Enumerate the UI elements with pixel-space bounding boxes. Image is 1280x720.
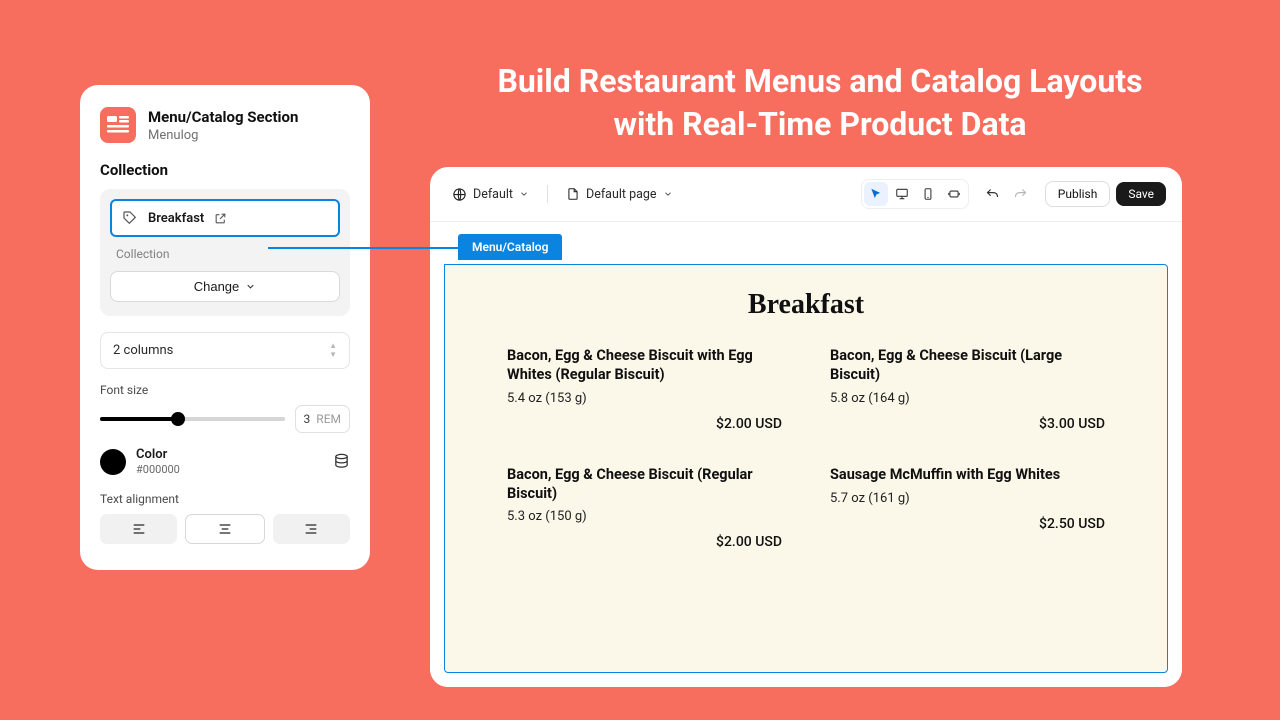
- font-size-slider[interactable]: [100, 417, 285, 421]
- menu-item-subtext: 5.8 oz (164 g): [830, 391, 1105, 406]
- menu-item-price: $3.00 USD: [830, 416, 1105, 432]
- database-icon[interactable]: [333, 453, 350, 470]
- text-alignment-tabs: [100, 514, 350, 544]
- collection-sublabel: Collection: [116, 247, 340, 261]
- menu-item: Bacon, Egg & Cheese Biscuit with Egg Whi…: [507, 347, 782, 432]
- inspect-toggle-button[interactable]: [864, 182, 888, 206]
- collection-selected-chip[interactable]: Breakfast: [110, 199, 340, 237]
- editor-toolbar: Default Default page: [430, 167, 1182, 222]
- undo-button[interactable]: [981, 182, 1005, 206]
- color-swatch: [100, 449, 126, 475]
- device-preview-group: [861, 179, 969, 209]
- device-mobile-button[interactable]: [916, 182, 940, 206]
- menu-item-price: $2.00 USD: [507, 534, 782, 550]
- chevron-down-icon: [663, 189, 673, 199]
- section-label-collection: Collection: [100, 161, 350, 179]
- expand-icon: [947, 187, 961, 201]
- align-right-button[interactable]: [273, 514, 350, 544]
- chevron-down-icon: [245, 281, 256, 292]
- collection-block: Breakfast Collection Change: [100, 189, 350, 316]
- font-size-unit: REM: [316, 412, 341, 426]
- color-hex: #000000: [136, 463, 180, 476]
- menu-item: Sausage McMuffin with Egg Whites 5.7 oz …: [830, 466, 1105, 551]
- hero-headline-line2: with Real-Time Product Data: [420, 103, 1220, 146]
- desktop-icon: [895, 187, 909, 201]
- menu-item-name: Bacon, Egg & Cheese Biscuit (Large Biscu…: [830, 347, 1105, 385]
- cursor-icon: [869, 187, 883, 201]
- save-button[interactable]: Save: [1116, 182, 1166, 206]
- menu-item-subtext: 5.3 oz (150 g): [507, 509, 782, 524]
- preset-selector[interactable]: Default: [446, 183, 535, 206]
- connector-line: [268, 247, 462, 249]
- undo-icon: [985, 187, 1000, 202]
- menu-item-name: Sausage McMuffin with Egg Whites: [830, 466, 1105, 485]
- collection-selected-label: Breakfast: [148, 211, 204, 226]
- align-right-icon: [303, 521, 319, 537]
- change-button-label: Change: [194, 279, 240, 294]
- columns-select-label: 2 columns: [113, 343, 173, 358]
- stepper-arrows-icon: ▲▼: [329, 342, 337, 359]
- panel-title: Menu/Catalog Section: [148, 108, 298, 126]
- external-link-icon: [214, 212, 227, 225]
- slider-thumb[interactable]: [171, 412, 185, 426]
- menu-item-subtext: 5.7 oz (161 g): [830, 491, 1105, 506]
- hero-headline-line1: Build Restaurant Menus and Catalog Layou…: [420, 60, 1220, 103]
- tag-icon: [122, 210, 138, 226]
- menu-item-price: $2.50 USD: [830, 516, 1105, 532]
- align-left-button[interactable]: [100, 514, 177, 544]
- font-size-value: 3: [304, 412, 311, 426]
- columns-select[interactable]: 2 columns ▲▼: [100, 332, 350, 369]
- menu-item-name: Bacon, Egg & Cheese Biscuit with Egg Whi…: [507, 347, 782, 385]
- color-picker[interactable]: Color #000000: [100, 447, 180, 476]
- device-fullwidth-button[interactable]: [942, 182, 966, 206]
- color-label: Color: [136, 447, 180, 462]
- redo-icon: [1013, 187, 1028, 202]
- editor-frame: Default Default page: [430, 167, 1182, 687]
- publish-button[interactable]: Publish: [1045, 181, 1111, 207]
- chevron-down-icon: [519, 189, 529, 199]
- menu-item: Bacon, Egg & Cheese Biscuit (Large Biscu…: [830, 347, 1105, 432]
- hero-headline: Build Restaurant Menus and Catalog Layou…: [420, 60, 1220, 146]
- change-collection-button[interactable]: Change: [110, 271, 340, 302]
- editor-canvas-area: Menu/Catalog Breakfast Bacon, Egg & Chee…: [430, 222, 1182, 687]
- device-desktop-button[interactable]: [890, 182, 914, 206]
- menu-item-price: $2.00 USD: [507, 416, 782, 432]
- menu-grid: Bacon, Egg & Cheese Biscuit with Egg Whi…: [479, 347, 1133, 550]
- redo-button[interactable]: [1009, 182, 1033, 206]
- font-size-label: Font size: [100, 383, 350, 397]
- panel-header: Menu/Catalog Section Menulog: [100, 107, 350, 143]
- app-logo-icon: [100, 107, 136, 143]
- mobile-icon: [921, 187, 935, 201]
- menu-item-subtext: 5.4 oz (153 g): [507, 391, 782, 406]
- settings-panel: Menu/Catalog Section Menulog Collection …: [80, 85, 370, 570]
- align-left-icon: [131, 521, 147, 537]
- align-center-button[interactable]: [185, 514, 264, 544]
- menu-item: Bacon, Egg & Cheese Biscuit (Regular Bis…: [507, 466, 782, 551]
- menu-item-name: Bacon, Egg & Cheese Biscuit (Regular Bis…: [507, 466, 782, 504]
- menu-title: Breakfast: [479, 289, 1133, 321]
- canvas-section-tab[interactable]: Menu/Catalog: [458, 234, 562, 260]
- page-label: Default page: [586, 187, 657, 202]
- globe-icon: [452, 187, 467, 202]
- text-alignment-label: Text alignment: [100, 492, 350, 506]
- page-icon: [566, 187, 580, 201]
- menu-canvas[interactable]: Breakfast Bacon, Egg & Cheese Biscuit wi…: [444, 264, 1168, 673]
- align-center-icon: [217, 521, 233, 537]
- panel-subtitle: Menulog: [148, 128, 298, 143]
- page-selector[interactable]: Default page: [560, 183, 679, 206]
- font-size-value-box[interactable]: 3 REM: [295, 405, 350, 433]
- preset-label: Default: [473, 187, 513, 202]
